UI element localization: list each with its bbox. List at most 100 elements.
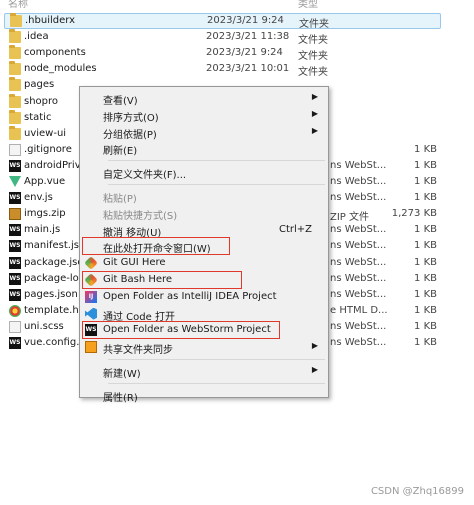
file-name: components	[24, 47, 86, 59]
menu-item-label: 分组依据(P)	[103, 129, 157, 141]
ws-icon: WS	[9, 224, 21, 237]
file-size: 1 KB	[414, 304, 437, 316]
file-type: 文件夹	[298, 51, 328, 63]
watermark: CSDN @Zhq16899	[370, 486, 464, 497]
file-size: 1 KB	[414, 143, 437, 155]
file-row[interactable]: .idea 2023/3/21 11:38 文件夹	[0, 29, 474, 47]
file-size: 1 KB	[414, 288, 437, 300]
file-row[interactable]: node_modules 2023/3/21 10:01 文件夹	[0, 61, 474, 79]
menu-separator	[108, 160, 325, 162]
submenu-arrow-icon: ▶	[311, 125, 318, 135]
ws-icon: WS	[9, 240, 21, 253]
menu-item[interactable]: 排序方式(O) ▶	[82, 107, 326, 124]
file-type: ns WebSt...	[330, 337, 387, 348]
menu-item: 粘贴(P)	[82, 188, 326, 205]
file-size: 1 KB	[414, 176, 437, 187]
vue-icon	[9, 176, 21, 187]
file-icon	[9, 320, 21, 333]
annotation-highlight-box	[82, 237, 230, 256]
annotation-highlight-box	[82, 271, 242, 289]
column-header-type[interactable]: 类型	[298, 0, 318, 10]
menu-item[interactable]: 分组依据(P) ▶	[82, 124, 326, 141]
file-size: 1 KB	[414, 240, 437, 252]
file-icon	[9, 143, 21, 156]
file-name: node_modules	[24, 63, 97, 75]
intellij-icon: IJ	[85, 290, 97, 303]
menu-item[interactable]: 自定义文件夹(F)...	[82, 164, 326, 182]
submenu-arrow-icon: ▶	[311, 92, 318, 101]
folder-icon	[9, 77, 21, 92]
file-type: ns WebSt...	[330, 256, 387, 268]
file-name: .idea	[24, 31, 49, 43]
file-type: ns WebSt...	[330, 320, 387, 332]
menu-separator	[108, 359, 325, 360]
menu-item-label: 查看(V)	[103, 96, 138, 107]
menu-separator	[108, 382, 325, 384]
file-date: 2023/3/21 9:24	[206, 47, 283, 59]
menu-item-label: 排序方式(O)	[103, 112, 159, 124]
menu-item[interactable]: IJ Open Folder as IntelliJ IDEA Project	[82, 289, 326, 305]
file-row[interactable]: components 2023/3/21 9:24 文件夹	[0, 45, 474, 63]
folder-icon	[9, 125, 21, 140]
menu-item[interactable]: 撤消 移动(U) Ctrl+Z	[82, 222, 326, 239]
ws-icon: WS	[9, 256, 21, 269]
file-size: 1 KB	[414, 224, 437, 236]
column-header-strip: 名称 类型	[0, 0, 474, 10]
file-name: .hbuilderx	[25, 15, 76, 26]
ws-icon: WS	[9, 159, 21, 172]
file-type: ns WebSt...	[330, 192, 387, 204]
file-type: 文件夹	[299, 19, 329, 30]
annotation-highlight-box	[82, 321, 280, 340]
file-type: ns WebSt...	[330, 176, 387, 187]
ws-icon: WS	[9, 192, 21, 205]
file-size: 1 KB	[414, 159, 437, 171]
menu-item[interactable]: 新建(W) ▶	[82, 363, 326, 380]
folder-icon	[9, 29, 21, 44]
menu-item[interactable]: 共享文件夹同步 ▶	[82, 339, 326, 356]
file-type: ZIP 文件	[330, 212, 370, 224]
menu-item[interactable]: 查看(V) ▶	[82, 90, 326, 107]
file-type: ns WebSt...	[330, 240, 387, 252]
context-menu: 查看(V) ▶ 排序方式(O) ▶ 分组依据(P) ▶ 刷新(E) 自定义文件夹(F)... 粘…	[79, 86, 329, 404]
file-type: ns WebSt...	[330, 224, 387, 236]
file-date: 2023/3/21 11:38	[206, 31, 290, 43]
folder-icon	[9, 45, 21, 60]
zip-icon	[9, 208, 21, 221]
menu-item-label: 通过 Code 打开	[103, 311, 175, 323]
menu-item[interactable]: 属性(R)	[82, 387, 326, 404]
menu-item-label: 粘贴快捷方式(S)	[103, 210, 178, 222]
menu-item-shortcut: Ctrl+Z	[278, 223, 312, 235]
menu-item-label: 粘贴(P)	[103, 194, 137, 205]
folder-icon	[9, 109, 21, 124]
file-size: 1 KB	[414, 337, 437, 348]
file-size: 1 KB	[414, 272, 437, 284]
menu-item-label: 撤消 移动(U)	[103, 227, 162, 239]
file-row[interactable]: .hbuilderx 2023/3/21 9:24 文件夹	[4, 13, 441, 30]
menu-item-label: Git GUI Here	[103, 257, 166, 269]
menu-item[interactable]: Git GUI Here	[82, 255, 326, 271]
file-type: 文件夹	[298, 35, 328, 47]
menu-item-label: 新建(W)	[103, 369, 141, 380]
menu-item[interactable]: 刷新(E)	[82, 140, 326, 158]
menu-item-label: 刷新(E)	[103, 146, 138, 158]
file-type: 文件夹	[298, 67, 328, 79]
share-icon	[85, 341, 97, 354]
file-type: e HTML D...	[330, 304, 388, 316]
menu-item[interactable]: 通过 Code 打开	[82, 306, 326, 323]
folder-icon	[9, 93, 21, 108]
menu-item: 粘贴快捷方式(S)	[82, 205, 326, 222]
ws-icon: WS	[9, 337, 21, 349]
menu-item-label: 自定义文件夹(F)...	[103, 170, 187, 182]
file-size: 1 KB	[414, 192, 437, 204]
file-size: 1 KB	[414, 256, 437, 268]
ws-icon: WS	[9, 288, 21, 301]
file-type: ns WebSt...	[330, 159, 387, 171]
file-type: ns WebSt...	[330, 272, 387, 284]
menu-item-label: 属性(R)	[103, 392, 138, 404]
column-header-name[interactable]: 名称	[8, 0, 28, 10]
folder-icon	[9, 61, 21, 76]
submenu-arrow-icon: ▶	[311, 341, 318, 351]
file-type: ns WebSt...	[330, 288, 387, 300]
html-icon	[9, 304, 21, 317]
menu-separator	[108, 184, 325, 185]
